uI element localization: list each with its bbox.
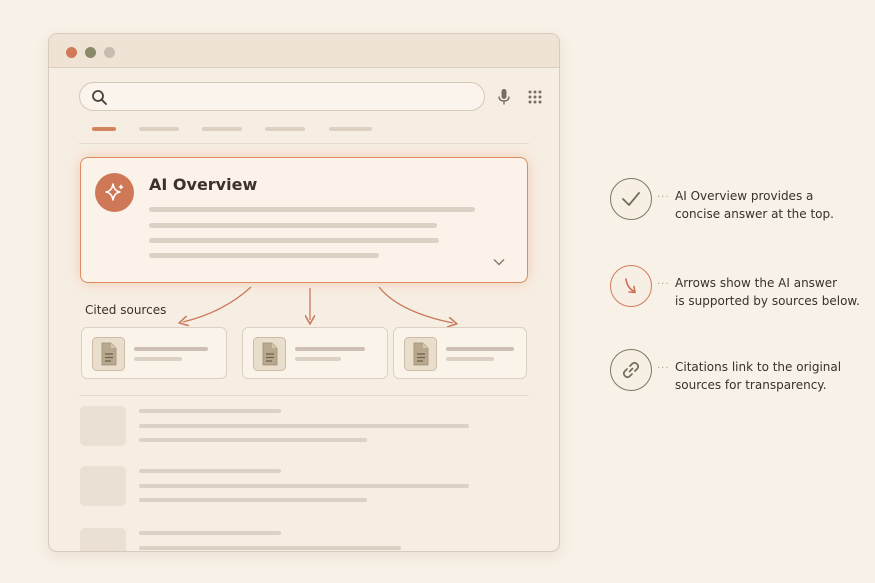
result-text-placeholder bbox=[139, 498, 367, 502]
ai-badge bbox=[95, 173, 134, 212]
tab-5[interactable] bbox=[329, 127, 372, 131]
result-title-placeholder[interactable] bbox=[139, 531, 281, 535]
dotted-leader: ··· bbox=[657, 279, 670, 290]
tabs-divider bbox=[79, 143, 529, 144]
annotation-text-1: AI Overview provides a concise answer at… bbox=[675, 189, 834, 221]
dotted-leader: ··· bbox=[657, 363, 670, 374]
tab-4[interactable] bbox=[265, 127, 305, 131]
search-icon bbox=[92, 90, 107, 105]
result-title-placeholder[interactable] bbox=[139, 409, 281, 413]
source-card[interactable] bbox=[242, 327, 388, 379]
maximize-window-button[interactable] bbox=[104, 47, 115, 58]
link-icon bbox=[622, 361, 640, 379]
tab-all[interactable] bbox=[92, 127, 116, 131]
arrow-left bbox=[183, 286, 252, 322]
minimize-window-button[interactable] bbox=[85, 47, 96, 58]
cited-sources-label: Cited sources bbox=[85, 303, 167, 317]
mic-icon[interactable] bbox=[497, 88, 511, 106]
text-placeholder-line bbox=[149, 207, 475, 212]
close-window-button[interactable] bbox=[66, 47, 77, 58]
annotation-arrow bbox=[610, 265, 652, 307]
checkmark-icon bbox=[622, 192, 640, 206]
result-thumbnail[interactable] bbox=[80, 528, 126, 551]
annotation-text-2: Arrows show the AI answer is supported b… bbox=[675, 276, 860, 308]
result-text-placeholder bbox=[139, 484, 469, 488]
title-bar bbox=[49, 34, 559, 68]
document-icon bbox=[92, 337, 125, 371]
result-title-placeholder[interactable] bbox=[139, 469, 281, 473]
dotted-leader: ··· bbox=[657, 192, 670, 203]
result-thumbnail[interactable] bbox=[80, 406, 126, 446]
document-icon bbox=[253, 337, 286, 371]
curved-arrow-icon bbox=[625, 278, 636, 294]
text-placeholder-line bbox=[149, 223, 437, 228]
arrow-right bbox=[378, 286, 453, 323]
tab-3[interactable] bbox=[202, 127, 242, 131]
tab-2[interactable] bbox=[139, 127, 179, 131]
results-divider bbox=[79, 395, 529, 396]
browser-window: AI Overview Cited sources bbox=[48, 33, 560, 552]
ai-overview-card[interactable]: AI Overview bbox=[80, 157, 528, 283]
result-text-placeholder bbox=[139, 438, 367, 442]
result-text-placeholder bbox=[139, 424, 469, 428]
apps-grid-icon[interactable] bbox=[528, 90, 542, 104]
document-icon bbox=[404, 337, 437, 371]
sparkle-icon bbox=[104, 182, 124, 201]
source-card[interactable] bbox=[81, 327, 227, 379]
result-thumbnail[interactable] bbox=[80, 466, 126, 506]
annotation-text-3: Citations link to the original sources f… bbox=[675, 360, 842, 392]
chevron-down-icon[interactable] bbox=[493, 258, 505, 266]
search-bar[interactable] bbox=[79, 82, 485, 111]
ai-overview-title: AI Overview bbox=[149, 175, 258, 194]
annotation-check bbox=[610, 178, 652, 220]
result-text-placeholder bbox=[139, 546, 401, 550]
source-card[interactable] bbox=[393, 327, 527, 379]
annotation-link bbox=[610, 349, 652, 391]
text-placeholder-line bbox=[149, 238, 439, 243]
text-placeholder-line bbox=[149, 253, 379, 258]
